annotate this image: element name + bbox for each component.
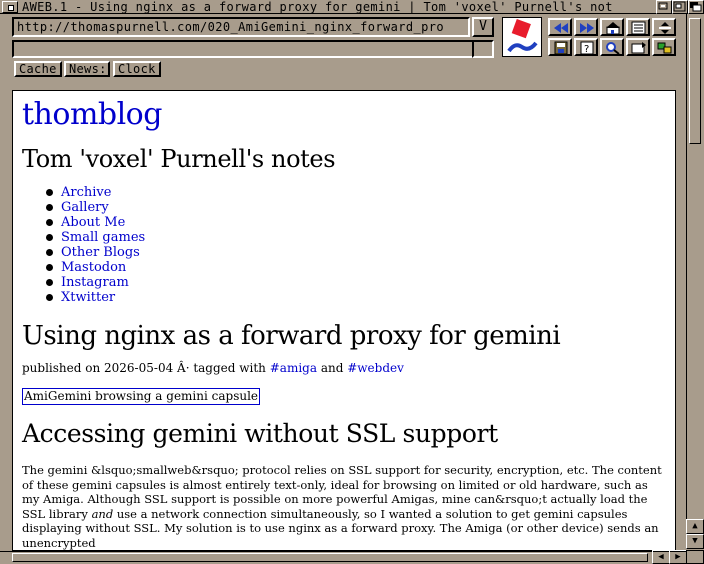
site-subtitle: Tom 'voxel' Purnell's notes [22, 145, 336, 173]
image-placeholder[interactable]: AmiGemini browsing a gemini capsule [22, 388, 261, 405]
nav-item: Archive [22, 185, 667, 200]
vertical-scroll-knob[interactable] [689, 18, 701, 144]
aweb-logo-icon[interactable] [502, 17, 542, 57]
nav-link-instagram[interactable]: Instagram [61, 275, 129, 290]
rewind-icon[interactable] [548, 18, 572, 36]
body-paragraph: The gemini &lsquo;smallweb&rsquo; protoc… [22, 463, 667, 550]
cache-button[interactable]: Cache [14, 61, 62, 77]
hotlist-icon[interactable] [626, 18, 650, 36]
nav-link-about-me[interactable]: About Me [61, 215, 125, 230]
load-images-icon[interactable] [652, 38, 676, 56]
tag-webdev-link[interactable]: #webdev [347, 361, 404, 375]
nav-item: Gallery [22, 200, 667, 215]
size-gadget-icon[interactable] [686, 550, 704, 564]
status-indicator [472, 40, 494, 58]
clock-button[interactable]: Clock [113, 61, 161, 77]
nav-item: Instagram [22, 275, 667, 290]
nav-link-archive[interactable]: Archive [61, 185, 111, 200]
scroll-up-icon[interactable]: ▲ [686, 519, 704, 534]
nav-item: Mastodon [22, 260, 667, 275]
nav-item: Other Blogs [22, 245, 667, 260]
svg-text:?: ? [584, 44, 589, 55]
post-meta: published on 2026-05-04 Â· tagged with #… [22, 360, 667, 376]
nav-link-mastodon[interactable]: Mastodon [61, 260, 126, 275]
depth-icon[interactable] [688, 0, 704, 14]
scroll-icon[interactable] [652, 18, 676, 36]
scroll-right-icon[interactable]: ▶ [669, 550, 687, 564]
home-icon[interactable] [600, 18, 624, 36]
zoom-icon[interactable] [672, 0, 688, 14]
nav-link-other-blogs[interactable]: Other Blogs [61, 245, 140, 260]
page-content[interactable]: thomblog Tom 'voxel' Purnell's notes Arc… [12, 90, 676, 551]
scroll-left-icon[interactable]: ◀ [652, 550, 670, 564]
meta-published: published on 2026-05-04 Â· tagged with [22, 361, 270, 375]
nav-list: Archive Gallery About Me Small games Oth… [22, 185, 667, 305]
nav-item: Xtwitter [22, 290, 667, 305]
bullet-icon [46, 204, 53, 211]
nav-link-xtwitter[interactable]: Xtwitter [61, 290, 115, 305]
paragraph-emphasis: and [91, 506, 114, 521]
tag-amiga-link[interactable]: #amiga [270, 361, 317, 375]
bullet-icon [46, 294, 53, 301]
fast-forward-icon[interactable] [574, 18, 598, 36]
nav-link-small-games[interactable]: Small games [61, 230, 145, 245]
bullet-icon [46, 264, 53, 271]
bullet-icon [46, 279, 53, 286]
site-title-link[interactable]: thomblog [22, 93, 667, 137]
search-icon[interactable] [600, 38, 624, 56]
bullet-icon [46, 234, 53, 241]
nav-item: About Me [22, 215, 667, 230]
bullet-icon [46, 249, 53, 256]
nav-item: Small games [22, 230, 667, 245]
bullet-icon [46, 189, 53, 196]
section-heading: Accessing gemini without SSL support [22, 419, 498, 448]
news-button[interactable]: News: [64, 61, 110, 77]
window-title: AWEB.1 - Using nginx as a forward proxy … [22, 0, 613, 14]
scroll-down-icon[interactable]: ▼ [686, 534, 704, 549]
close-window-icon[interactable] [2, 1, 18, 13]
url-input[interactable]: http://thomaspurnell.com/020_AmiGemini_n… [12, 17, 470, 37]
paragraph-text-continued: use a network connection simultaneously,… [22, 506, 659, 550]
meta-and: and [317, 361, 348, 375]
save-icon[interactable] [548, 38, 572, 56]
iconify-icon[interactable] [656, 0, 672, 14]
horizontal-scroll-knob[interactable] [12, 553, 648, 562]
post-title: Using nginx as a forward proxy for gemin… [22, 321, 561, 351]
reload-icon[interactable] [626, 38, 650, 56]
status-field [12, 40, 494, 58]
nav-link-gallery[interactable]: Gallery [61, 200, 109, 215]
help-icon[interactable]: ? [574, 38, 598, 56]
bullet-icon [46, 219, 53, 226]
url-dropdown-button[interactable]: V [472, 17, 494, 37]
